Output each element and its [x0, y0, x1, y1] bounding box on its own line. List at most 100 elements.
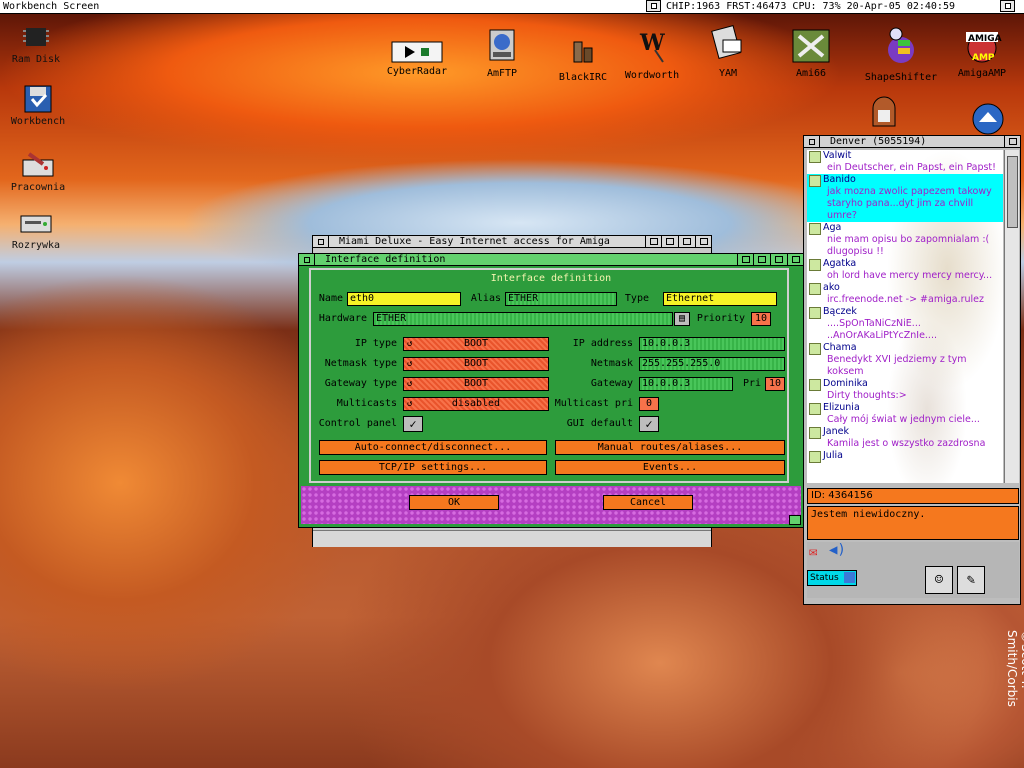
chat-message[interactable]: Aga nie mam opisu bo zapomnialam :( dlugo…	[807, 222, 1003, 258]
ip-address-field[interactable]: 10.0.0.3	[639, 337, 785, 351]
depth-back-gadget[interactable]	[787, 254, 803, 265]
mail-icon[interactable]: ✉	[809, 544, 817, 560]
zoom-gadget[interactable]	[661, 236, 677, 247]
multicasts-label: Multicasts	[336, 398, 397, 409]
desktop-icon-wordworth[interactable]: W Wordworth	[612, 26, 692, 81]
gui-default-label: GUI default	[566, 418, 633, 429]
chat-nick: Bączek	[823, 306, 857, 317]
multicasts-cycle[interactable]: ↺ disabled	[403, 397, 549, 411]
zoom-gadget[interactable]	[753, 254, 769, 265]
desktop-icon-jukebox[interactable]	[864, 96, 904, 127]
desktop-icon-amftp[interactable]: AmFTP	[462, 26, 542, 79]
netmask-field[interactable]: 255.255.255.0	[639, 357, 785, 371]
chat-message[interactable]: Valwit ein Deutscher, ein Papst, ein Paps…	[807, 150, 1003, 174]
desktop-icon-amigaamp[interactable]: AMIGA AMP AmigaAMP	[942, 26, 1022, 79]
globe-icon	[971, 102, 1005, 135]
svg-text:AMP: AMP	[972, 53, 995, 63]
interface-definition-window[interactable]: Interface definition Interface definitio…	[298, 253, 804, 528]
user-avatar-icon	[809, 307, 821, 319]
chat-text: ....SpOnTaNiCzNiE... ..AnOrAKaLiPtYcZnIe…	[827, 318, 937, 341]
hardware-field[interactable]: ETHER	[373, 312, 673, 326]
window-title-bar[interactable]: Denver (5055194)	[804, 136, 1020, 148]
depth-gadget[interactable]	[1004, 136, 1020, 147]
chat-message[interactable]: Julia	[807, 450, 1003, 463]
desktop-icon-cyberradar[interactable]: CyberRadar	[377, 40, 457, 77]
desktop-icon-ami66[interactable]: Ami66	[771, 26, 851, 79]
chat-message[interactable]: Banido jak mozna zwolic papezem takowy st…	[807, 174, 1003, 222]
manual-routes-button[interactable]: Manual routes/aliases...	[555, 440, 785, 455]
desktop-icon-globe[interactable]	[966, 102, 1010, 135]
desktop-icon-workbench[interactable]: Workbench	[0, 84, 78, 127]
priority-field[interactable]: 10	[751, 312, 771, 326]
gateway-pri-label: Pri	[742, 378, 761, 389]
chat-nick: Julia	[823, 450, 843, 461]
user-avatar-icon	[809, 283, 821, 295]
user-avatar-icon	[809, 403, 821, 415]
chat-text: Kamila jest o wszystko zazdrosna	[827, 438, 986, 449]
ip-type-cycle[interactable]: ↺ BOOT	[403, 337, 549, 351]
cancel-button[interactable]: Cancel	[603, 495, 693, 510]
desktop-icon-pracownia[interactable]: Pracownia	[0, 150, 78, 193]
alias-field[interactable]: ETHER	[505, 292, 617, 306]
close-gadget[interactable]	[313, 236, 329, 247]
tcpip-settings-button[interactable]: TCP/IP settings...	[319, 460, 547, 475]
user-avatar-icon	[809, 379, 821, 391]
chat-message[interactable]: Elizunia Cały mój świat w jednym ciele...	[807, 402, 1003, 426]
gateway-type-cycle[interactable]: ↺ BOOT	[403, 377, 549, 391]
depth-back-gadget[interactable]	[695, 236, 711, 247]
chat-message[interactable]: Agatka oh lord have mercy mercy mercy...	[807, 258, 1003, 282]
gateway-field[interactable]: 10.0.0.3	[639, 377, 733, 391]
desktop-icon-rozrywka[interactable]: Rozrywka	[0, 208, 76, 251]
system-status-readout: CHIP:1963 FRST:46473 CPU: 73% 20-Apr-05 …	[666, 1, 955, 12]
screen-menu-gadget[interactable]	[646, 0, 661, 12]
ok-button[interactable]: OK	[409, 495, 499, 510]
screen-title: Workbench Screen	[3, 1, 100, 12]
status-message-field[interactable]: Jestem niewidoczny.	[807, 506, 1019, 540]
close-gadget[interactable]	[299, 254, 315, 265]
depth-gadget[interactable]	[678, 236, 694, 247]
screen-depth-gadget[interactable]	[1000, 0, 1015, 12]
chat-message[interactable]: Dominika Dirty thoughts:>	[807, 378, 1003, 402]
user-avatar-icon	[809, 451, 821, 463]
netmask-type-label: Netmask type	[324, 358, 397, 369]
chat-text: ein Deutscher, ein Papst, ein Papst!	[827, 162, 996, 173]
events-button[interactable]: Events...	[555, 460, 785, 475]
chat-message[interactable]: Janek Kamila jest o wszystko zazdrosna	[807, 426, 1003, 450]
window-title-bar[interactable]: Interface definition	[299, 254, 803, 266]
type-field[interactable]: Ethernet	[663, 292, 777, 306]
gateway-label: Gateway	[590, 378, 633, 389]
gateway-pri-field[interactable]: 10	[765, 377, 785, 391]
user-info-icon[interactable]: ☺	[925, 566, 953, 594]
resize-gadget[interactable]	[789, 515, 801, 525]
depth-gadget[interactable]	[770, 254, 786, 265]
icon-label: Rozrywka	[11, 240, 61, 251]
scrollbar-knob[interactable]	[1007, 156, 1018, 228]
name-field[interactable]: eth0	[347, 292, 461, 306]
notes-icon[interactable]: ✎	[957, 566, 985, 594]
chat-text: jak mozna zwolic papezem takowy staryho …	[827, 186, 992, 221]
close-gadget[interactable]	[804, 136, 820, 147]
chat-message[interactable]: Chama Benedykt XVI jedziemy z tym koksem	[807, 342, 1003, 378]
control-panel-checkbox[interactable]: ✓	[403, 416, 423, 432]
chat-message-list[interactable]: Valwit ein Deutscher, ein Papst, ein Paps…	[807, 150, 1003, 483]
desktop-icon-yam[interactable]: YAM	[688, 22, 768, 79]
multicast-pri-field[interactable]: 0	[639, 397, 659, 411]
auto-connect-button[interactable]: Auto-connect/disconnect...	[319, 440, 547, 455]
chat-scrollbar[interactable]	[1004, 150, 1019, 483]
iconify-gadget[interactable]	[737, 254, 753, 265]
desktop-icon-ram-disk[interactable]: Ram Disk	[0, 22, 76, 65]
hardware-popup-button[interactable]: ▤	[674, 312, 690, 326]
control-panel-label: Control panel	[318, 418, 397, 429]
icon-label: AmFTP	[486, 68, 518, 79]
desktop-icon-shapeshifter[interactable]: ShapeShifter	[861, 26, 941, 83]
gui-default-checkbox[interactable]: ✓	[639, 416, 659, 432]
desktop-icon-blackirc[interactable]: BlackIRC	[543, 36, 623, 83]
chat-window[interactable]: Denver (5055194) Valwit ein Deutscher, ei…	[803, 135, 1021, 605]
iconify-gadget[interactable]	[645, 236, 661, 247]
chat-message[interactable]: ako irc.freenode.net -> #amiga.rulez	[807, 282, 1003, 306]
speaker-icon[interactable]: ◀)	[829, 542, 846, 558]
status-button[interactable]: Status	[807, 570, 857, 586]
chat-message[interactable]: Bączek ....SpOnTaNiCzNiE... ..AnOrAKaLiPt…	[807, 306, 1003, 342]
window-title-bar[interactable]: Miami Deluxe - Easy Internet access for …	[313, 236, 711, 248]
netmask-type-cycle[interactable]: ↺ BOOT	[403, 357, 549, 371]
